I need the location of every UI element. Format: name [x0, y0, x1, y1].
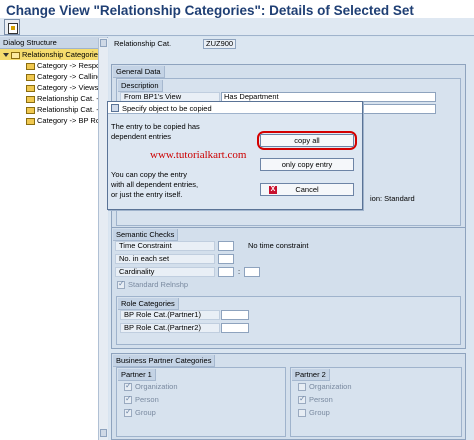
description-title: Description [118, 80, 163, 92]
bp-categories-title: Business Partner Categories [113, 355, 216, 367]
folder-icon [26, 95, 35, 103]
folder-icon [26, 62, 35, 70]
partner1-person-label: Person [135, 395, 159, 404]
copy-all-button[interactable]: copy all [260, 134, 354, 147]
scroll-down-arrow-icon[interactable] [100, 429, 107, 437]
no-in-each-set-label: No. in each set [115, 254, 215, 264]
tree-item-category-responsibility[interactable]: Category -> Respons [0, 60, 107, 71]
bp-role-cat-partner1-field[interactable] [221, 310, 249, 320]
partner1-group-checkbox[interactable] [124, 407, 132, 417]
scroll-up-arrow-icon[interactable] [100, 39, 107, 47]
no-in-each-set-field[interactable] [218, 254, 234, 264]
folder-icon [26, 117, 35, 125]
dialog-title: Specify object to be copied [122, 104, 212, 113]
partner1-subgroup: Partner 1 Organization Person Group [116, 367, 286, 437]
folder-icon [26, 106, 35, 114]
cancel-icon: X [269, 186, 277, 194]
application-toolbar [0, 18, 474, 36]
dialog-message-2-line-3: or just the entry itself. [111, 190, 183, 199]
partner2-organization-label: Organization [309, 382, 352, 391]
open-folder-icon [11, 51, 20, 59]
role-categories-subgroup: Role Categories BP Role Cat.(Partner1) B… [116, 296, 461, 345]
partner1-organization-checkbox[interactable] [124, 381, 132, 391]
partner2-group-label: Group [309, 408, 330, 417]
partner2-person-label: Person [309, 395, 333, 404]
expand-icon[interactable] [4, 19, 20, 35]
semantic-checks-title: Semantic Checks [113, 229, 179, 241]
watermark: www.tutorialkart.com [150, 149, 247, 161]
dialog-message-2-line-2: with all dependent entries, [111, 180, 199, 189]
bp-role-cat-partner2-label: BP Role Cat.(Partner2) [120, 323, 220, 333]
tree-item-relationship-cat-1[interactable]: Relationship Cat. -> [0, 93, 107, 104]
semantic-checks-group: Semantic Checks Time Constraint No time … [111, 227, 466, 349]
detail-area: Relationship Cat. ZUZ900 General Data De… [109, 37, 474, 440]
partner2-organization-checkbox[interactable] [298, 383, 306, 391]
cancel-button-label: Cancel [295, 185, 319, 194]
dialog-icon [111, 104, 119, 112]
cancel-button[interactable]: X Cancel [260, 183, 354, 196]
bp-role-cat-partner1-label: BP Role Cat.(Partner1) [120, 310, 220, 320]
tree-item-relationship-cat-2[interactable]: Relationship Cat. -> [0, 104, 107, 115]
dialog-structure-header: Dialog Structure [0, 37, 107, 49]
partner2-person-checkbox[interactable] [298, 394, 306, 404]
folder-icon [26, 84, 35, 92]
partner1-title: Partner 1 [118, 369, 156, 381]
time-constraint-label: Time Constraint [115, 241, 215, 251]
expand-triangle-icon[interactable] [3, 53, 9, 58]
partner2-title: Partner 2 [292, 369, 330, 381]
only-copy-entry-button[interactable]: only copy entry [260, 158, 354, 171]
relationship-cat-label: Relationship Cat. [114, 39, 172, 48]
tree-item-category-bp-role[interactable]: Category -> BP Role [0, 115, 107, 126]
partner1-person-checkbox[interactable] [124, 394, 132, 404]
relationship-cat-field[interactable]: ZUZ900 [203, 39, 236, 49]
dialog-titlebar: Specify object to be copied [108, 102, 362, 114]
cardinality-field-2[interactable] [244, 267, 260, 277]
time-constraint-field[interactable] [218, 241, 234, 251]
dialog-message-1-line-2: dependent entries [111, 132, 172, 141]
cardinality-separator: : [238, 267, 241, 276]
cardinality-field-1[interactable] [218, 267, 234, 277]
time-constraint-text: No time constraint [248, 241, 309, 250]
bp-role-cat-partner2-field[interactable] [221, 323, 249, 333]
tree-root-relationship-categories[interactable]: Relationship Categories [0, 49, 107, 60]
bp-categories-group: Business Partner Categories Partner 1 Or… [111, 353, 466, 440]
role-categories-title: Role Categories [118, 298, 179, 310]
standard-relnshp-label: Standard Relnshp [128, 280, 189, 289]
tree-item-category-calling[interactable]: Category -> Calling A [0, 71, 107, 82]
dialog-message-1-line-1: The entry to be copied has [111, 122, 200, 131]
standard-text: ion: Standard [370, 194, 415, 203]
cardinality-label: Cardinality [115, 267, 215, 277]
dialog-structure-pane: Dialog Structure Relationship Categories… [0, 37, 108, 440]
general-data-title: General Data [113, 66, 165, 78]
partner1-group-label: Group [135, 408, 156, 417]
tree-item-category-views[interactable]: Category -> Views [0, 82, 107, 93]
partner1-organization-label: Organization [135, 382, 178, 391]
standard-relnshp-checkbox[interactable] [117, 279, 125, 289]
partner2-subgroup: Partner 2 Organization Person Group [290, 367, 462, 437]
left-scrollbar[interactable] [98, 38, 108, 440]
folder-icon [26, 73, 35, 81]
dialog-message-2-line-1: You can copy the entry [111, 170, 188, 179]
partner2-group-checkbox[interactable] [298, 409, 306, 417]
